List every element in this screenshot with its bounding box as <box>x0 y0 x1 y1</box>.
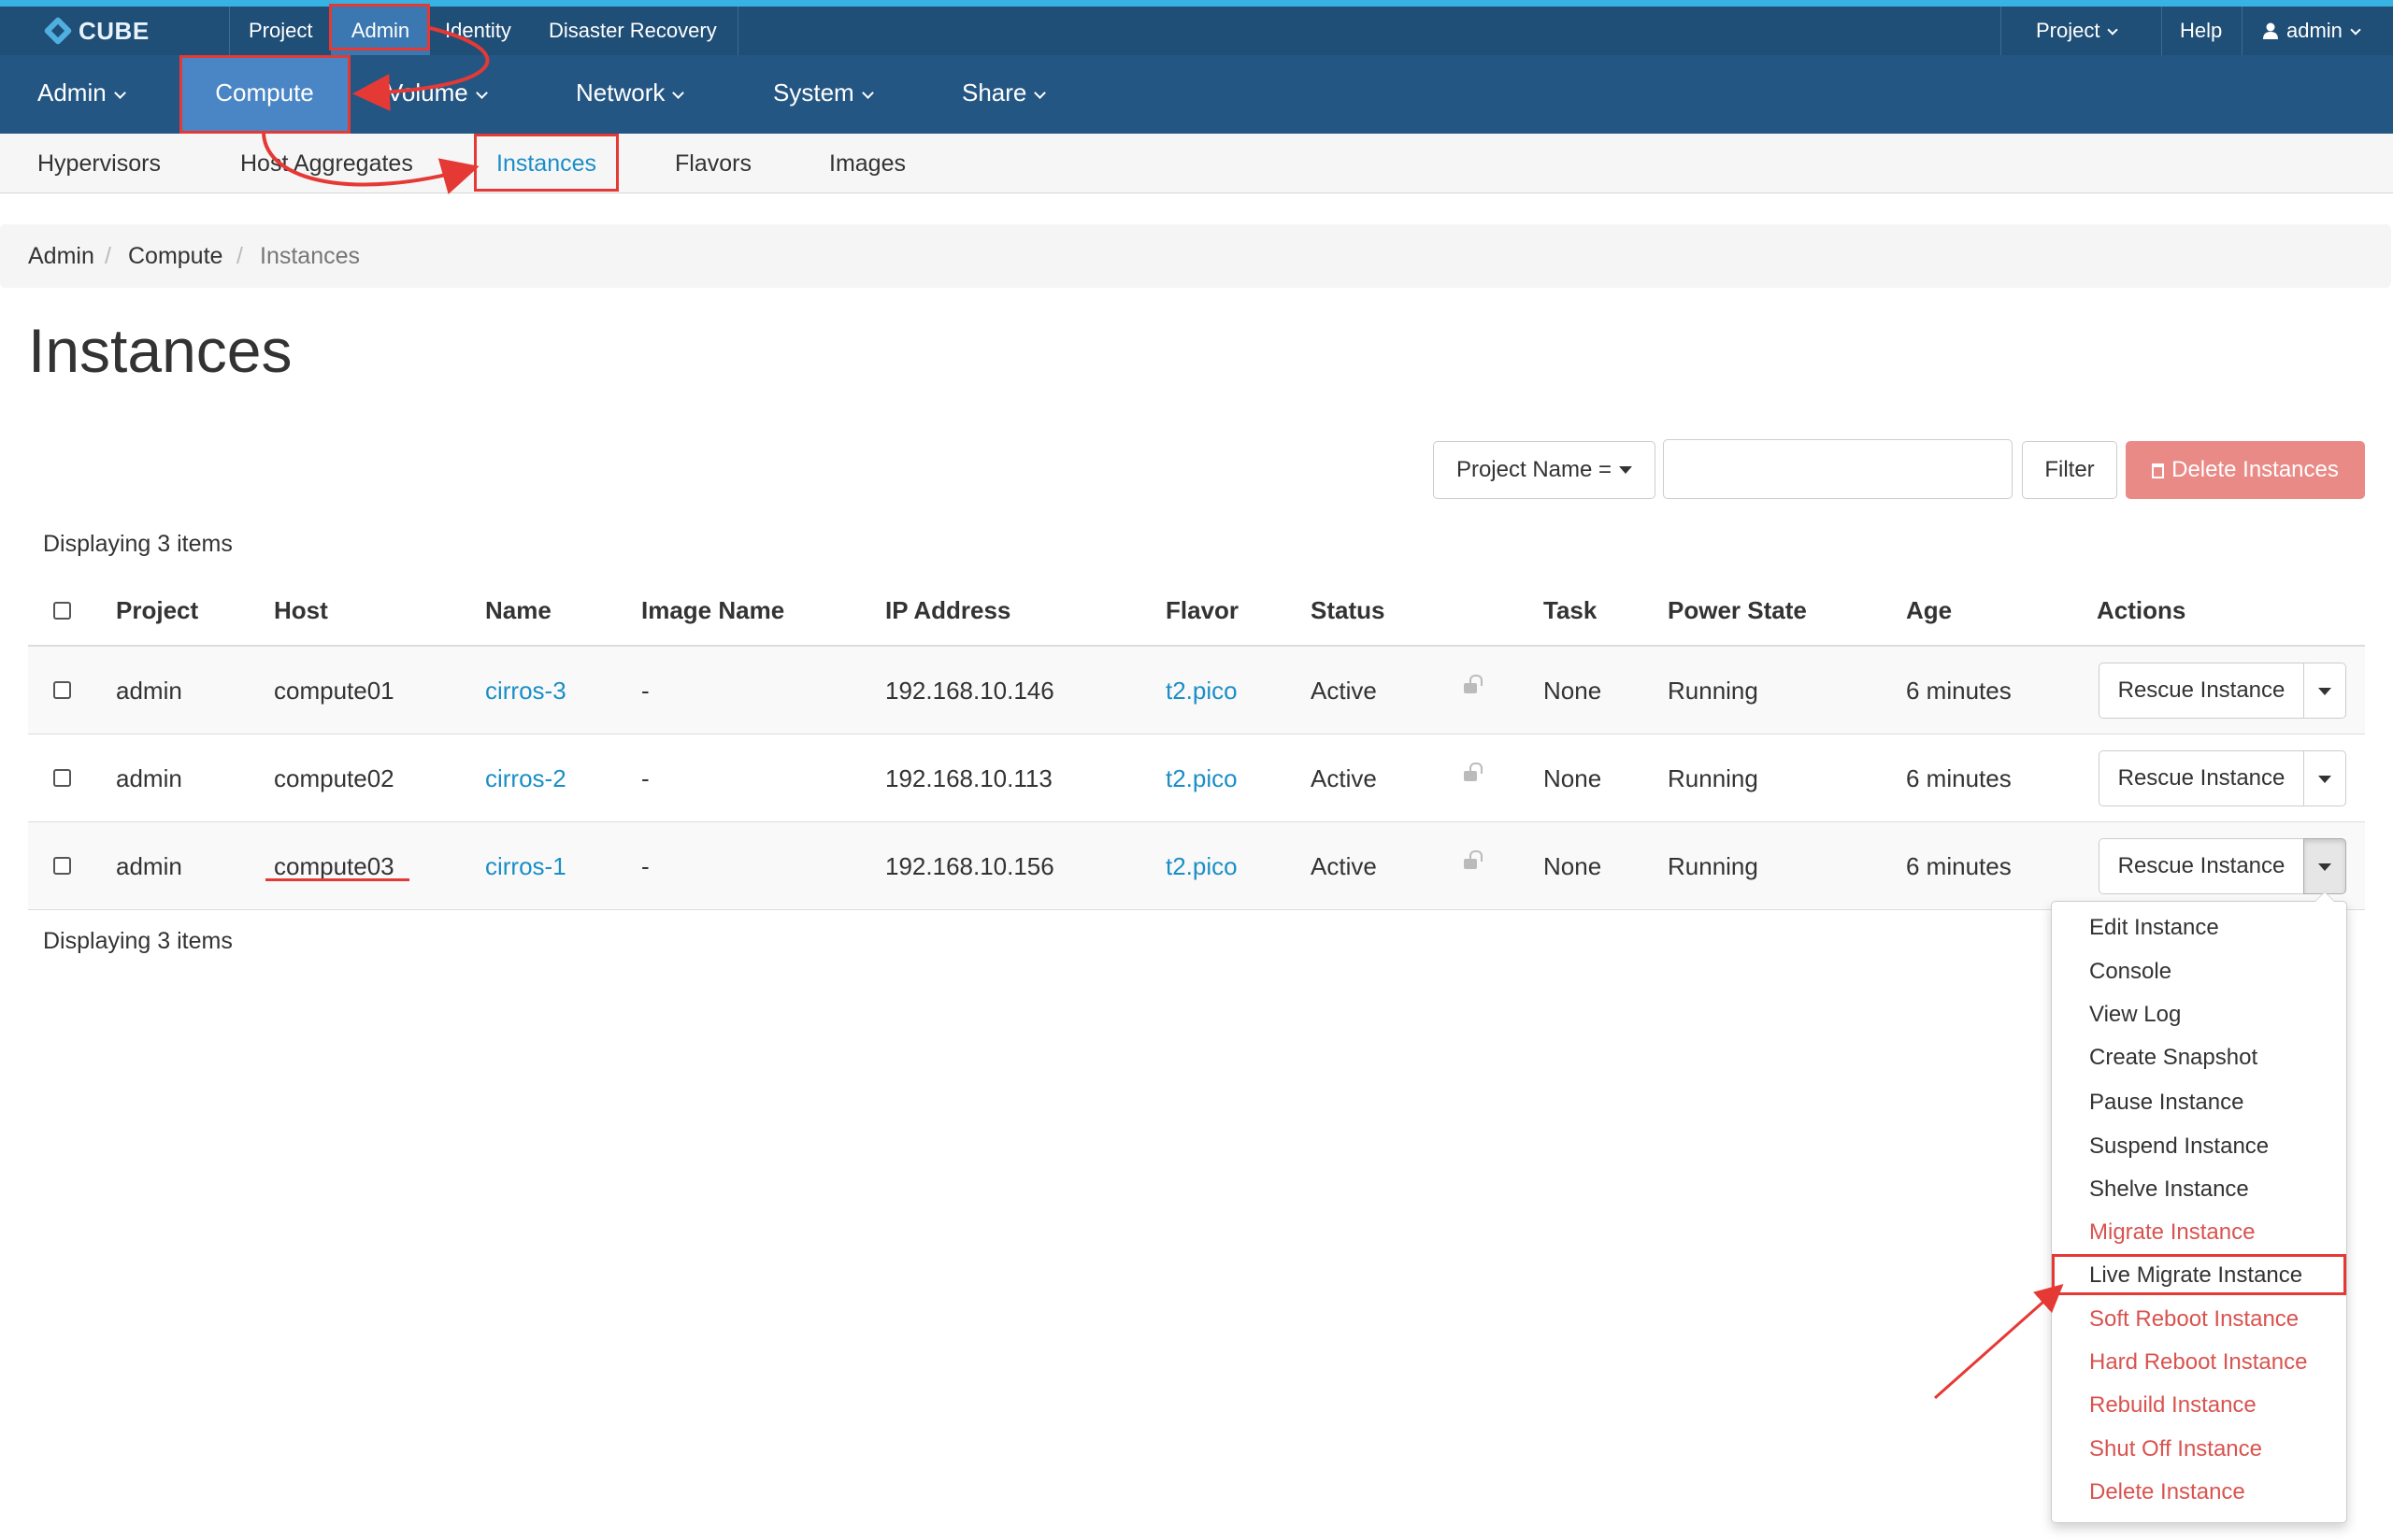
arrow-to-live-migrate <box>1934 1284 2064 1400</box>
annotation-arrows <box>262 26 2064 1400</box>
arrow-compute-to-instances <box>262 133 480 194</box>
arrow-admin-to-compute <box>352 26 490 111</box>
